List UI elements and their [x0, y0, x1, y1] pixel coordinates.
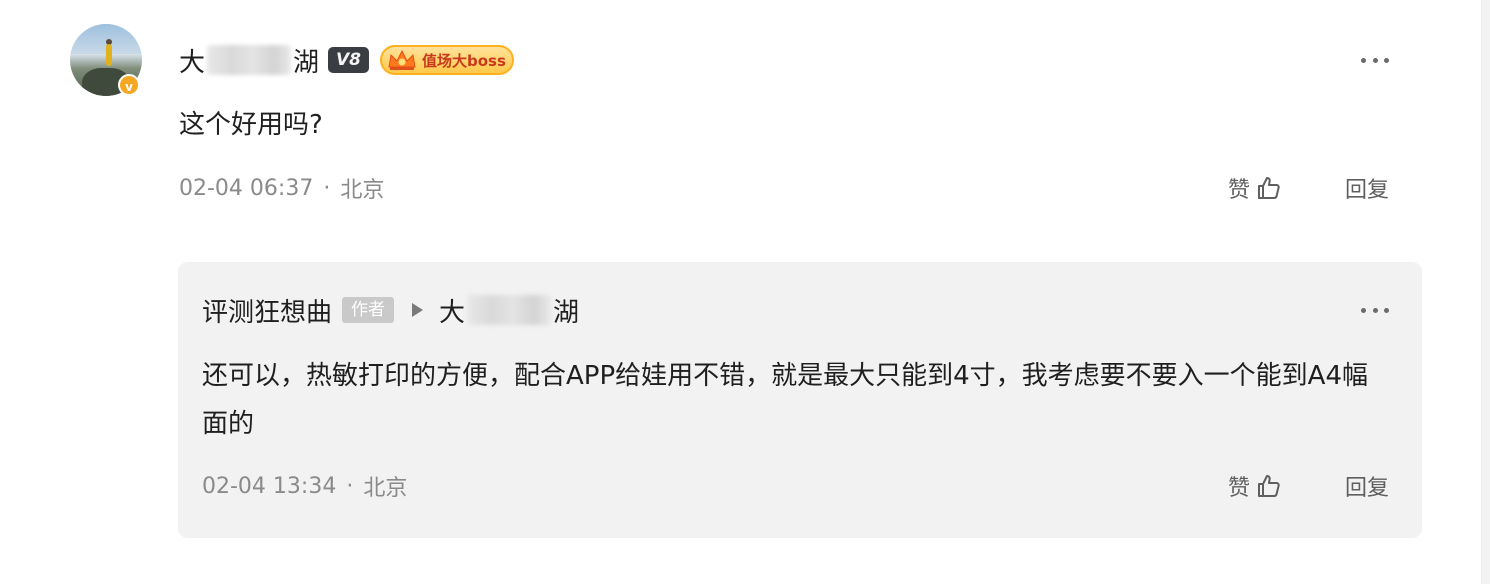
reply-meta: 02-04 13:34 · 北京 [202, 470, 407, 502]
boss-badge-label: 值场大boss [422, 51, 506, 70]
username-suffix: 湖 [293, 47, 320, 78]
reply-thumbs-up-icon [1256, 473, 1282, 499]
reply-author[interactable]: 评测狂想曲 [202, 292, 332, 329]
reply-container: 评测狂想曲 作者 大 湖 还可以，热敏打印的方便，配合APP给娃用不错，就是最大… [178, 262, 1422, 538]
reply-target-prefix[interactable]: 大 [439, 292, 465, 329]
comment-text: 这个好用吗? [179, 110, 323, 140]
comment-time: 02-04 06:37 [179, 175, 314, 201]
reply-button[interactable]: 回复 [1345, 172, 1389, 204]
avatar-person [106, 44, 112, 66]
comment-username[interactable]: 大 湖 [179, 40, 319, 80]
reply-like-label: 赞 [1228, 476, 1251, 501]
more-options-icon[interactable] [1361, 55, 1389, 65]
comment-location: 北京 [340, 178, 385, 203]
reply-reply-button[interactable]: 回复 [1345, 470, 1389, 502]
boss-badge: 值场大boss [380, 45, 514, 75]
like-label: 赞 [1228, 178, 1251, 203]
like-button[interactable]: 赞 [1228, 172, 1282, 204]
reply-target-suffix[interactable]: 湖 [553, 292, 579, 329]
comment-page: v 大 湖 V8 值场大boss 这个好用吗? 02-04 06:37 · 北京… [0, 0, 1490, 584]
thumbs-up-icon [1256, 175, 1282, 201]
reply-arrow-icon [412, 303, 424, 317]
author-tag: 作者 [342, 297, 395, 323]
crown-icon [386, 48, 418, 72]
username-prefix: 大 [179, 47, 206, 78]
reply-location: 北京 [363, 476, 408, 501]
meta-separator: · [323, 175, 331, 201]
reply-text: 还可以，热敏打印的方便，配合APP给娃用不错，就是最大只能到4寸，我考虑要不要入… [202, 361, 1369, 439]
reply-time: 02-04 13:34 [202, 473, 337, 499]
reply-target-blur-mask [467, 295, 552, 325]
verified-icon: v [118, 74, 140, 96]
reply-like-button[interactable]: 赞 [1228, 470, 1282, 502]
reply-header: 评测狂想曲 作者 大 湖 [202, 290, 579, 330]
vip-level-badge: V8 [328, 47, 369, 73]
username-blur-mask [207, 45, 292, 75]
reply-meta-separator: · [346, 473, 354, 499]
comment-meta: 02-04 06:37 · 北京 [179, 172, 384, 204]
vertical-scrollbar[interactable] [1481, 0, 1490, 584]
reply-more-options-icon[interactable] [1361, 305, 1389, 315]
